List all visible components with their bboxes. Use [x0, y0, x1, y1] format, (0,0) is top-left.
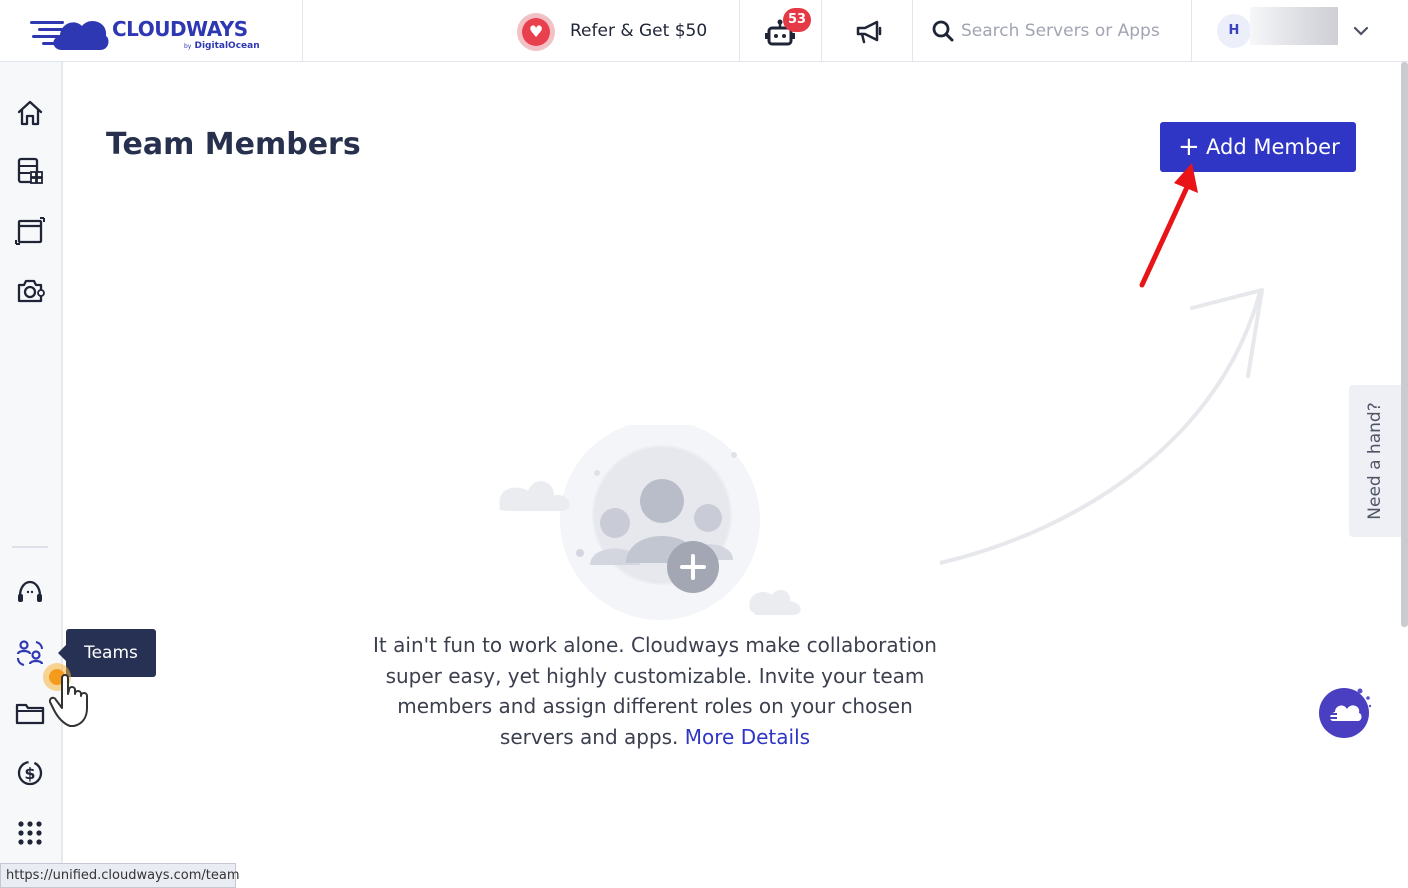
- search-input[interactable]: [961, 18, 1181, 44]
- bot-notifications-button[interactable]: 53: [740, 0, 822, 62]
- cloud-logo-icon: [30, 21, 109, 50]
- add-member-label: Add Member: [1206, 135, 1340, 159]
- need-a-hand-label: Need a hand?: [1365, 402, 1385, 520]
- cloudways-logo[interactable]: CLOUDWAYS by DigitalOcean: [0, 0, 303, 62]
- logo-text: CLOUDWAYS: [112, 17, 248, 41]
- hand-cursor-icon: [43, 663, 88, 727]
- page-title: Team Members: [106, 127, 361, 162]
- refer-button[interactable]: ♥ Refer & Get $50: [515, 0, 740, 62]
- heart-icon: ♥: [517, 13, 555, 51]
- team-illustration: [499, 425, 801, 620]
- megaphone-icon: [856, 20, 882, 44]
- description-text: It ain't fun to work alone. Cloudways ma…: [373, 633, 937, 749]
- support-headset-icon[interactable]: [14, 577, 46, 609]
- servers-icon[interactable]: [14, 155, 46, 187]
- top-bar: CLOUDWAYS by DigitalOcean ♥ Refer & Get …: [0, 0, 1408, 62]
- more-details-link[interactable]: More Details: [685, 725, 810, 749]
- chevron-down-icon[interactable]: [1352, 20, 1370, 42]
- status-url: https://unified.cloudways.com/team: [0, 863, 240, 888]
- sidebar: $: [0, 62, 63, 888]
- user-menu[interactable]: H: [1192, 0, 1400, 62]
- search-box[interactable]: [913, 0, 1192, 62]
- chat-assistant-icon[interactable]: [1318, 685, 1374, 741]
- home-icon[interactable]: [14, 97, 46, 129]
- blurred-username: [1250, 7, 1338, 45]
- sidebar-divider: [12, 546, 48, 548]
- billing-dollar-icon[interactable]: $: [14, 757, 46, 789]
- page-scrollbar[interactable]: [1401, 62, 1408, 627]
- avatar: H: [1217, 14, 1251, 48]
- logo-subtext: by DigitalOcean: [184, 41, 260, 51]
- notification-badge: 53: [783, 8, 811, 32]
- announcements-button[interactable]: [822, 0, 913, 62]
- search-icon: [932, 20, 954, 42]
- applications-icon[interactable]: [14, 215, 46, 247]
- decorative-curved-arrow-icon: [939, 288, 1264, 565]
- snapshot-camera-icon[interactable]: [14, 275, 46, 307]
- need-a-hand-tab[interactable]: Need a hand?: [1349, 385, 1401, 537]
- empty-state-description: It ain't fun to work alone. Cloudways ma…: [360, 630, 950, 752]
- svg-text:$: $: [24, 764, 35, 783]
- annotation-arrow-icon: [1139, 163, 1198, 288]
- apps-grid-icon[interactable]: [14, 817, 46, 849]
- refer-label: Refer & Get $50: [570, 21, 708, 41]
